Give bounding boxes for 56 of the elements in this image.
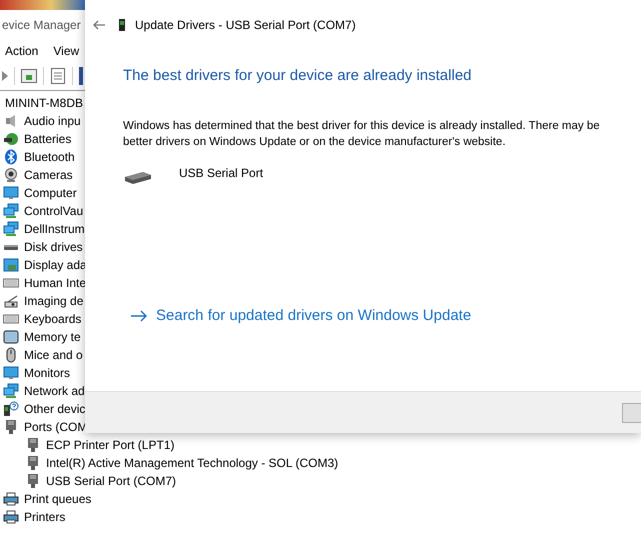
windows-update-link[interactable]: Search for updated drivers on Windows Update: [131, 304, 472, 327]
menu-item[interactable]: Action: [5, 42, 38, 60]
port-icon: [25, 455, 41, 471]
disk-drive-icon: [4, 244, 18, 250]
tree-item[interactable]: Bluetooth: [24, 148, 75, 166]
tree-item[interactable]: Monitors: [24, 364, 70, 382]
tree-item[interactable]: MININT-M8DB: [5, 94, 83, 112]
network-icon: [3, 221, 19, 237]
back-arrow-icon[interactable]: [93, 20, 105, 30]
network-icon: [3, 203, 19, 219]
tree-item[interactable]: Other devic: [24, 400, 86, 418]
tree-item[interactable]: Memory te: [24, 328, 81, 346]
toolbar-icon[interactable]: [79, 66, 83, 84]
dialog-heading: The best drivers for your device are already installed: [123, 66, 473, 86]
port-icon: [25, 437, 41, 453]
tree-item[interactable]: ECP Printer Port (LPT1): [46, 436, 174, 454]
monitor-icon: [3, 365, 19, 381]
tree-item[interactable]: Printers: [24, 508, 66, 526]
device-name: USB Serial Port: [179, 164, 264, 182]
menu-item[interactable]: View: [53, 42, 80, 60]
unknown-device-icon: [3, 401, 19, 417]
document-icon[interactable]: [50, 68, 66, 84]
bluetooth-icon: [3, 149, 19, 165]
tree-item[interactable]: Network ad: [24, 382, 85, 400]
memory-card-icon: [3, 329, 19, 345]
tree-item[interactable]: Human Inte: [24, 274, 86, 292]
device-icon: [119, 19, 125, 31]
forward-arrow-icon[interactable]: [2, 70, 8, 80]
tree-item[interactable]: DellInstrum: [24, 220, 85, 238]
tree-item[interactable]: Batteries: [24, 130, 72, 148]
tree-item[interactable]: Mice and o: [24, 346, 83, 364]
tree-item[interactable]: Imaging de: [24, 292, 84, 310]
right-arrow-icon: [131, 310, 147, 322]
tree-item[interactable]: Keyboards: [24, 310, 82, 328]
tree-item[interactable]: Print queues: [24, 490, 92, 508]
properties-icon[interactable]: [21, 68, 37, 82]
tree-item[interactable]: USB Serial Port (COM7): [46, 472, 176, 490]
window-title: evice Manager: [2, 17, 81, 34]
display-adapter-icon: [3, 257, 19, 273]
webcam-icon: [3, 167, 19, 183]
network-icon: [3, 383, 19, 399]
port-icon: [25, 473, 41, 489]
printer-icon: [3, 509, 19, 525]
port-icon: [3, 419, 19, 435]
dialog-title: Update Drivers - USB Serial Port (COM7): [135, 17, 356, 34]
tree-item[interactable]: ControlVau: [24, 202, 84, 220]
tree-item[interactable]: Disk drives: [24, 238, 83, 256]
tree-item[interactable]: Audio inpu: [24, 112, 81, 130]
tree-item[interactable]: Intel(R) Active Management Technology - SOL (COM3): [46, 454, 338, 472]
scanner-icon: [3, 293, 19, 309]
battery-icon: [3, 131, 19, 147]
printer-icon: [3, 491, 19, 507]
monitor-icon: [3, 185, 19, 201]
tree-item[interactable]: Cameras: [24, 166, 73, 184]
tree-item[interactable]: Computer: [24, 184, 77, 202]
dialog-message: Windows has determined that the best driver for this device is already installed. There may be better drivers on Windows Update or on the device manufacturer's website.: [123, 118, 601, 150]
